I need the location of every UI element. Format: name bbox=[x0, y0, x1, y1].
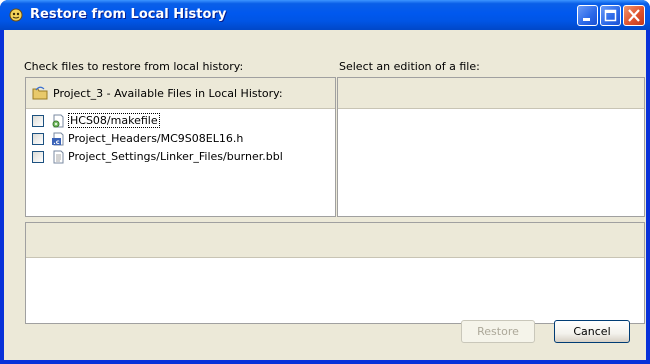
close-icon bbox=[628, 9, 640, 22]
file-name: HCS08/makefile bbox=[68, 113, 160, 128]
file-row-burner[interactable]: Project_Settings/Linker_Files/burner.bbl bbox=[32, 148, 283, 165]
file-checkbox[interactable] bbox=[32, 150, 44, 163]
file-name: Project_Headers/MC9S08EL16.h bbox=[68, 132, 244, 145]
minimize-icon bbox=[583, 18, 590, 21]
right-pane-label: Select an edition of a file: bbox=[339, 60, 480, 73]
app-icon bbox=[9, 8, 23, 22]
minimize-button[interactable] bbox=[577, 5, 598, 26]
file-checkbox[interactable] bbox=[32, 132, 44, 145]
compare-panel-header bbox=[26, 223, 644, 258]
file-editions-panel[interactable] bbox=[337, 77, 645, 217]
maximize-button[interactable] bbox=[600, 5, 621, 26]
file-row-makefile[interactable]: HCS08/makefile bbox=[32, 112, 160, 129]
left-pane-label: Check files to restore from local histor… bbox=[24, 60, 244, 73]
title-bar[interactable]: Restore from Local History bbox=[0, 0, 650, 30]
editions-panel-header bbox=[338, 78, 644, 109]
file-name: Project_Settings/Linker_Files/burner.bbl bbox=[68, 150, 283, 163]
files-panel-header: Project_3 - Available Files in Local His… bbox=[26, 78, 335, 109]
restore-button[interactable]: Restore bbox=[461, 320, 535, 343]
file-checkbox[interactable] bbox=[32, 114, 44, 127]
close-button[interactable] bbox=[623, 5, 645, 26]
window-title: Restore from Local History bbox=[30, 7, 227, 22]
local-history-files-panel: Project_3 - Available Files in Local His… bbox=[25, 77, 336, 217]
project-folder-icon bbox=[32, 86, 48, 100]
makefile-icon bbox=[52, 114, 64, 127]
svg-text:.c: .c bbox=[53, 138, 59, 146]
c-header-icon: .c bbox=[52, 132, 64, 146]
compare-panel[interactable] bbox=[25, 222, 645, 324]
dialog-window: Restore from Local History Check files t… bbox=[0, 0, 650, 364]
dialog-body: Check files to restore from local histor… bbox=[4, 30, 646, 360]
files-panel-title: Project_3 - Available Files in Local His… bbox=[53, 87, 283, 100]
cancel-button[interactable]: Cancel bbox=[554, 320, 630, 343]
maximize-icon bbox=[604, 9, 617, 22]
text-file-icon bbox=[53, 150, 64, 163]
file-row-header[interactable]: .c Project_Headers/MC9S08EL16.h bbox=[32, 130, 243, 147]
